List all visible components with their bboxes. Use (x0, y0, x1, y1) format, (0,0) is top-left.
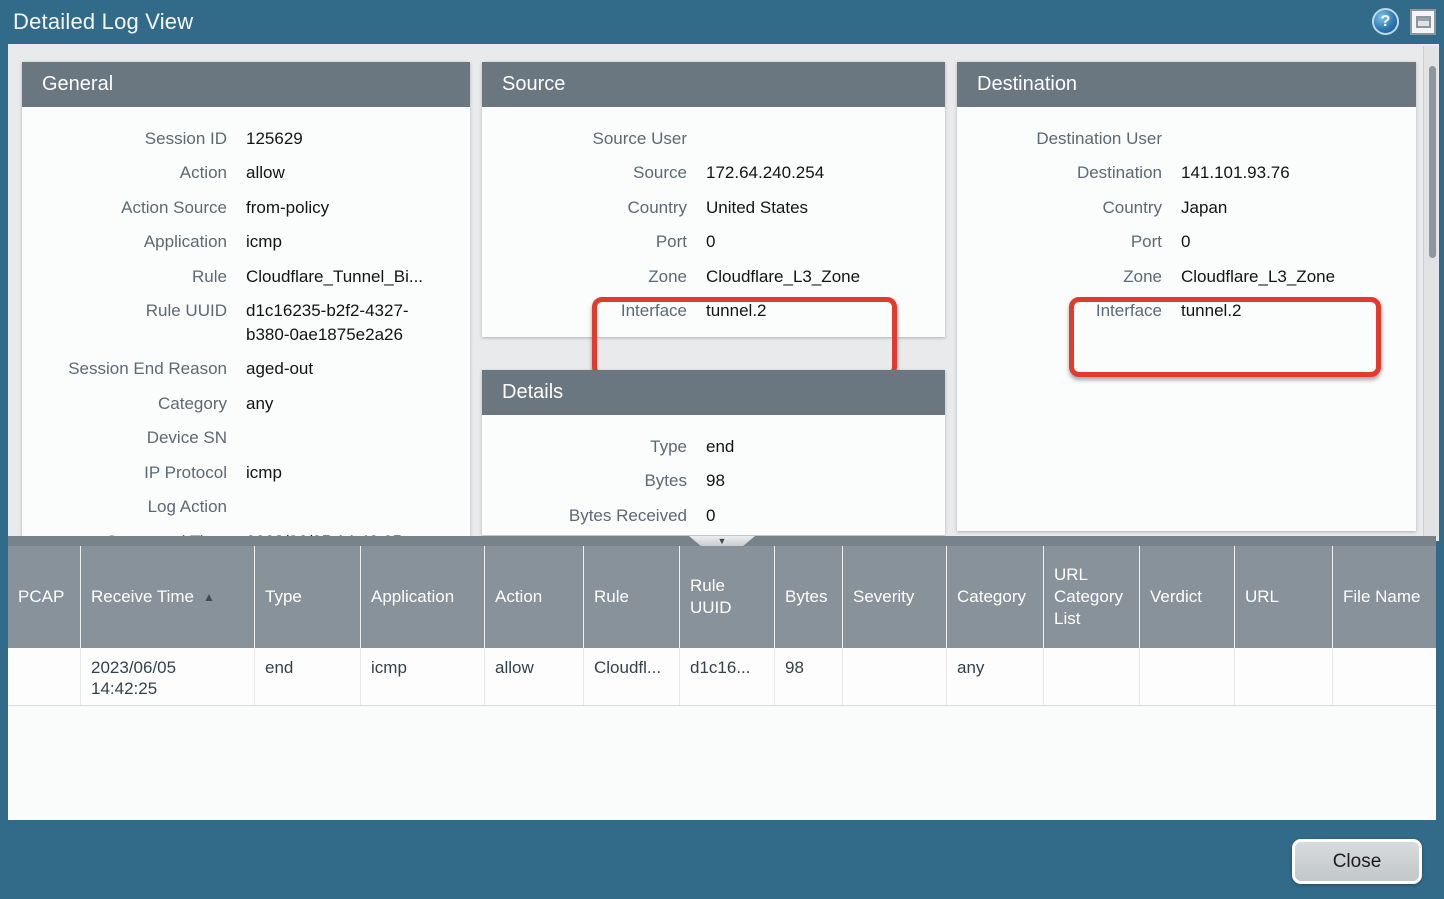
log-table-row[interactable]: 2023/06/05 14:42:25 end icmp allow Cloud… (8, 648, 1436, 706)
field-destination-zone: ZoneCloudflare_L3_Zone (957, 259, 1416, 294)
cell-category: any (947, 648, 1044, 705)
column-header-type[interactable]: Type (255, 546, 361, 648)
panel-destination-title: Destination (957, 62, 1416, 107)
field-destination: Destination141.101.93.76 (957, 156, 1416, 191)
field-session-end-reason: Session End Reasonaged-out (22, 352, 470, 387)
column-header-file-name[interactable]: File Name (1333, 546, 1436, 648)
field-source-port: Port0 (482, 225, 945, 260)
column-header-rule[interactable]: Rule (584, 546, 680, 648)
window-glyph (1416, 16, 1431, 28)
field-destination-user: Destination User (957, 121, 1416, 156)
vertical-scrollbar-track[interactable] (1423, 46, 1438, 539)
cell-url (1235, 648, 1333, 705)
field-destination-interface: Interfacetunnel.2 (957, 294, 1416, 329)
cell-rule: Cloudfl... (584, 648, 680, 705)
column-header-url-category-list[interactable]: URL Category List (1044, 546, 1140, 648)
popout-window-icon[interactable] (1410, 9, 1436, 35)
close-button[interactable]: Close (1292, 839, 1422, 884)
panel-general-body: Session ID125629 Actionallow Action Sour… (22, 107, 470, 541)
cell-bytes: 98 (775, 648, 843, 705)
field-source-zone: ZoneCloudflare_L3_Zone (482, 259, 945, 294)
field-bytes-received: Bytes Received0 (482, 498, 945, 533)
cell-type: end (255, 648, 361, 705)
cell-url-category-list (1044, 648, 1140, 705)
field-destination-country: CountryJapan (957, 190, 1416, 225)
column-header-bytes[interactable]: Bytes (775, 546, 843, 648)
log-table: PCAP Receive Time▲ Type Application Acti… (8, 546, 1436, 820)
field-device-sn: Device SN (22, 421, 470, 456)
field-rule: RuleCloudflare_Tunnel_Bi... (22, 259, 470, 294)
panel-destination-body: Destination User Destination141.101.93.7… (957, 107, 1416, 328)
column-header-rule-uuid[interactable]: Rule UUID (680, 546, 775, 648)
panel-details-body: Typeend Bytes98 Bytes Received0 (482, 415, 945, 533)
panel-general-title: General (22, 62, 470, 107)
field-ip-protocol: IP Protocolicmp (22, 455, 470, 490)
field-application: Applicationicmp (22, 225, 470, 260)
cell-application: icmp (361, 648, 485, 705)
cell-receive-time: 2023/06/05 14:42:25 (81, 648, 255, 705)
chevron-down-icon: ▼ (718, 536, 727, 546)
cell-rule-uuid: d1c16... (680, 648, 775, 705)
field-source: Source172.64.240.254 (482, 156, 945, 191)
column-header-application[interactable]: Application (361, 546, 485, 648)
cell-severity (843, 648, 947, 705)
column-header-action[interactable]: Action (485, 546, 584, 648)
field-log-action: Log Action (22, 490, 470, 525)
field-rule-uuid: Rule UUIDd1c16235-b2f2-4327-b380-0ae1875… (22, 294, 470, 352)
cell-verdict (1140, 648, 1235, 705)
panel-general: General Session ID125629 Actionallow Act… (22, 62, 470, 541)
sort-asc-icon: ▲ (203, 586, 215, 608)
column-header-severity[interactable]: Severity (843, 546, 947, 648)
cell-action: allow (485, 648, 584, 705)
page-title: Detailed Log View (13, 0, 193, 44)
panel-source: Source Source User Source172.64.240.254 … (482, 62, 945, 337)
panel-source-title: Source (482, 62, 945, 107)
help-glyph: ? (1381, 13, 1391, 31)
field-source-user: Source User (482, 121, 945, 156)
pane-splitter[interactable]: ▼ (8, 536, 1436, 546)
column-header-category[interactable]: Category (947, 546, 1044, 648)
dialog-titlebar: Detailed Log View ? (0, 0, 1444, 44)
panel-details-title: Details (482, 370, 945, 415)
cell-pcap (8, 648, 81, 705)
column-header-receive-time[interactable]: Receive Time▲ (81, 546, 255, 648)
log-table-header: PCAP Receive Time▲ Type Application Acti… (8, 546, 1436, 648)
field-bytes: Bytes98 (482, 464, 945, 499)
field-type: Typeend (482, 429, 945, 464)
column-header-verdict[interactable]: Verdict (1140, 546, 1235, 648)
field-source-country: CountryUnited States (482, 190, 945, 225)
splitter-handle[interactable]: ▼ (689, 536, 755, 546)
panel-source-body: Source User Source172.64.240.254 Country… (482, 107, 945, 328)
field-destination-port: Port0 (957, 225, 1416, 260)
log-detail-section: General Session ID125629 Actionallow Act… (8, 44, 1439, 541)
panel-destination: Destination Destination User Destination… (957, 62, 1416, 531)
column-header-pcap[interactable]: PCAP (8, 546, 81, 648)
column-header-url[interactable]: URL (1235, 546, 1333, 648)
field-action: Actionallow (22, 156, 470, 191)
field-session-id: Session ID125629 (22, 121, 470, 156)
help-icon[interactable]: ? (1372, 8, 1399, 35)
panel-details: Details Typeend Bytes98 Bytes Received0 (482, 370, 945, 535)
field-source-interface: Interfacetunnel.2 (482, 294, 945, 329)
vertical-scrollbar-thumb[interactable] (1429, 66, 1436, 258)
field-action-source: Action Sourcefrom-policy (22, 190, 470, 225)
field-category: Categoryany (22, 386, 470, 421)
cell-file-name (1333, 648, 1436, 705)
